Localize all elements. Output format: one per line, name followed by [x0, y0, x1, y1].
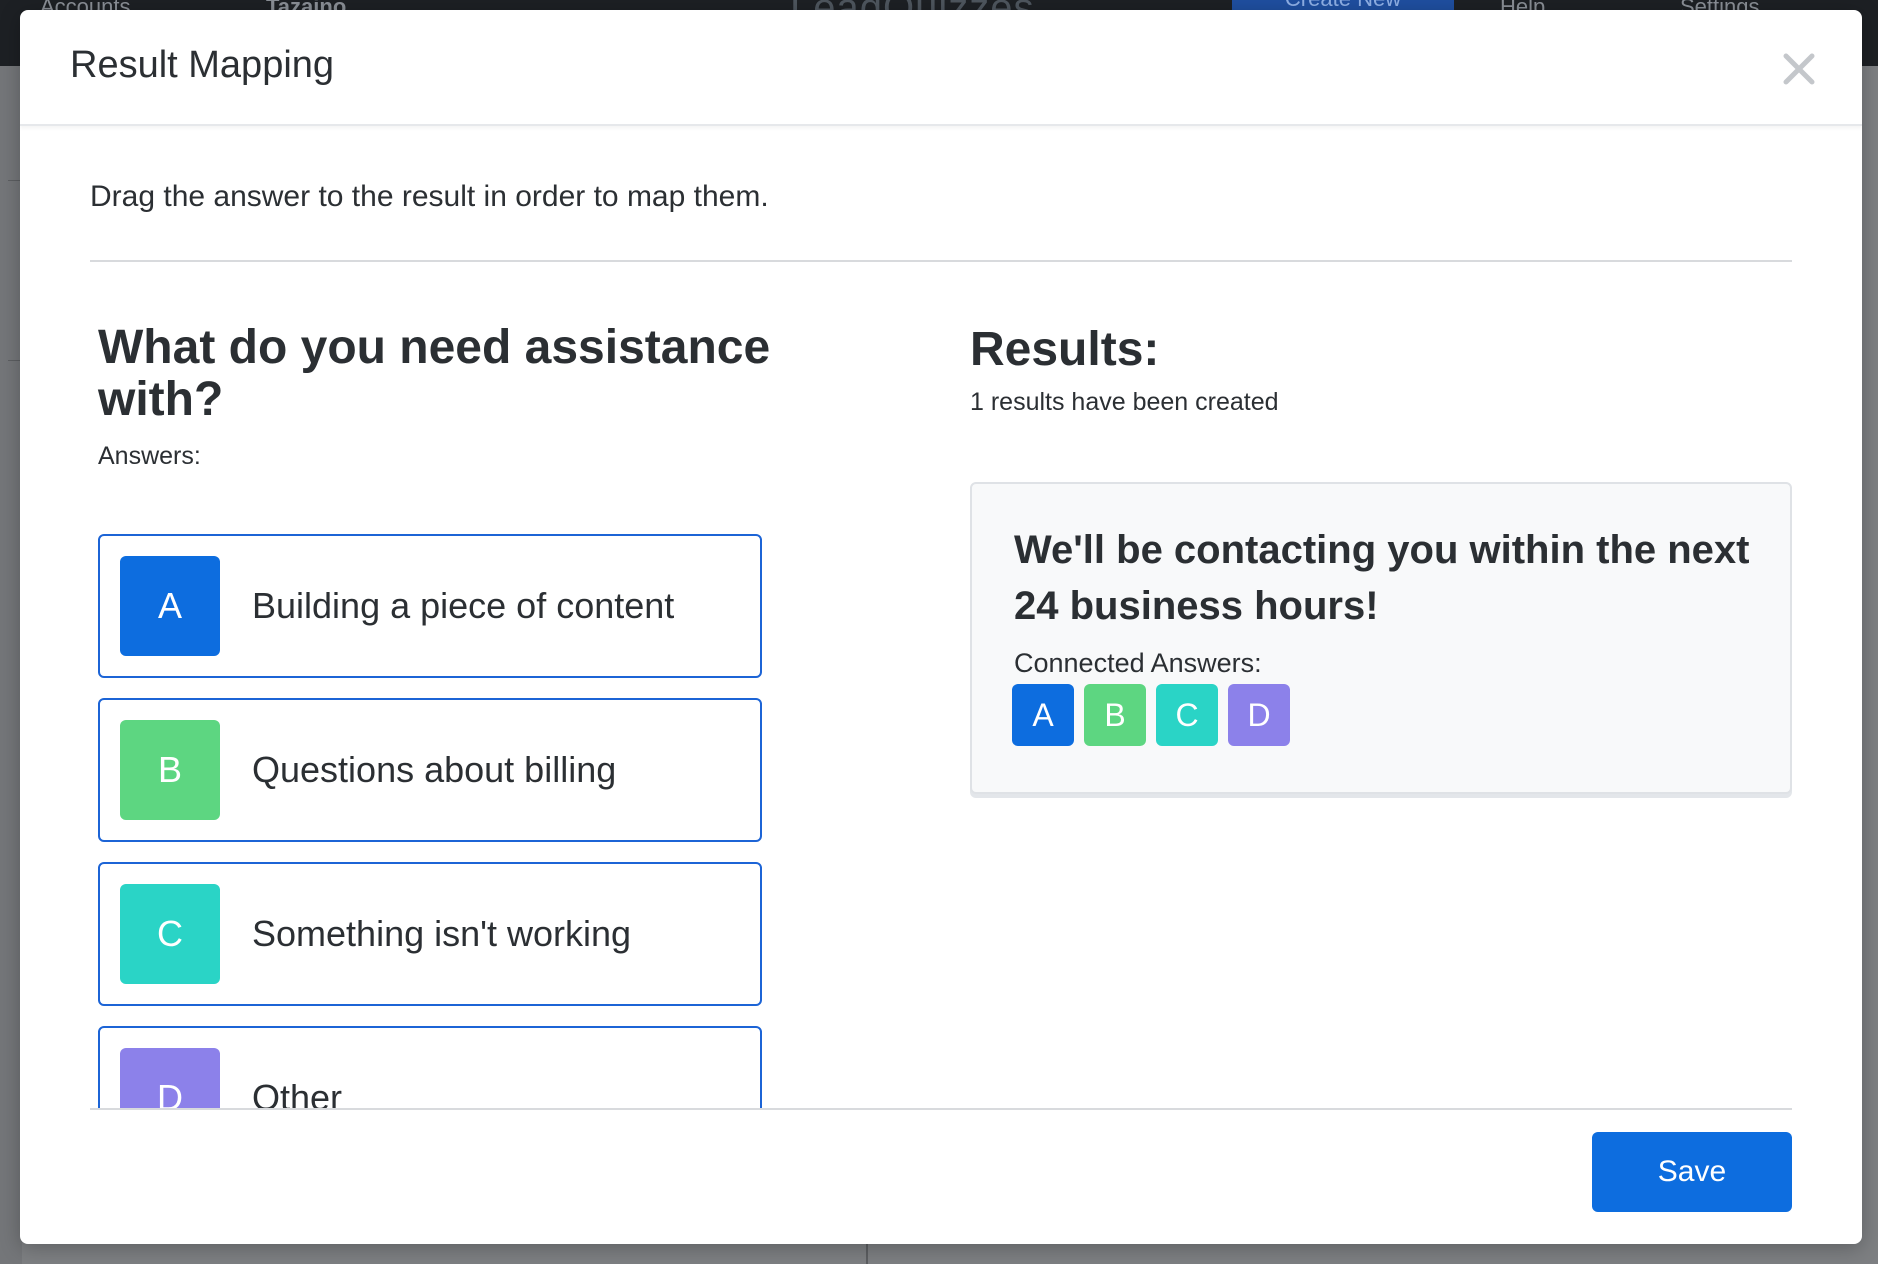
- result-card[interactable]: We'll be contacting you within the next …: [970, 482, 1792, 794]
- instruction-text: Drag the answer to the result in order t…: [90, 180, 769, 213]
- answer-badge: A: [120, 556, 220, 656]
- mapping-content[interactable]: What do you need assistance with? Answer…: [90, 262, 1792, 1108]
- answer-text: Other: [252, 1077, 343, 1108]
- results-title: Results:: [970, 323, 1160, 376]
- connected-chip-b[interactable]: B: [1084, 684, 1146, 746]
- answer-text: Building a piece of content: [252, 585, 675, 626]
- results-count: 1 results have been created: [970, 388, 1279, 416]
- answer-card-c[interactable]: C Something isn't working: [98, 862, 762, 1006]
- modal-title: Result Mapping: [70, 44, 335, 86]
- connected-chip-c[interactable]: C: [1156, 684, 1218, 746]
- background-sidebar: [0, 66, 22, 1264]
- answer-badge: C: [120, 884, 220, 984]
- connected-chip-a[interactable]: A: [1012, 684, 1074, 746]
- save-button[interactable]: Save: [1592, 1132, 1792, 1212]
- answer-card-a[interactable]: A Building a piece of content: [98, 534, 762, 678]
- answers-label: Answers:: [98, 442, 201, 470]
- answer-badge: D: [120, 1048, 220, 1108]
- close-icon: [1783, 53, 1815, 85]
- question-title: What do you need assistance with?: [98, 321, 771, 426]
- answer-text: Questions about billing: [252, 749, 617, 790]
- close-button[interactable]: [1774, 44, 1824, 94]
- modal-header: Result Mapping: [20, 10, 1862, 126]
- answer-text: Something isn't working: [252, 913, 632, 954]
- result-mapping-modal: Result Mapping Drag the answer to the re…: [20, 10, 1862, 1244]
- answer-badge: B: [120, 720, 220, 820]
- answer-card-b[interactable]: B Questions about billing: [98, 698, 762, 842]
- connected-chip-d[interactable]: D: [1228, 684, 1290, 746]
- divider: [866, 1242, 868, 1264]
- result-heading: We'll be contacting you within the next …: [1014, 528, 1750, 628]
- connected-answers-label: Connected Answers:: [1014, 648, 1262, 678]
- divider: [90, 1108, 1792, 1110]
- answer-card-d[interactable]: D Other: [98, 1026, 762, 1108]
